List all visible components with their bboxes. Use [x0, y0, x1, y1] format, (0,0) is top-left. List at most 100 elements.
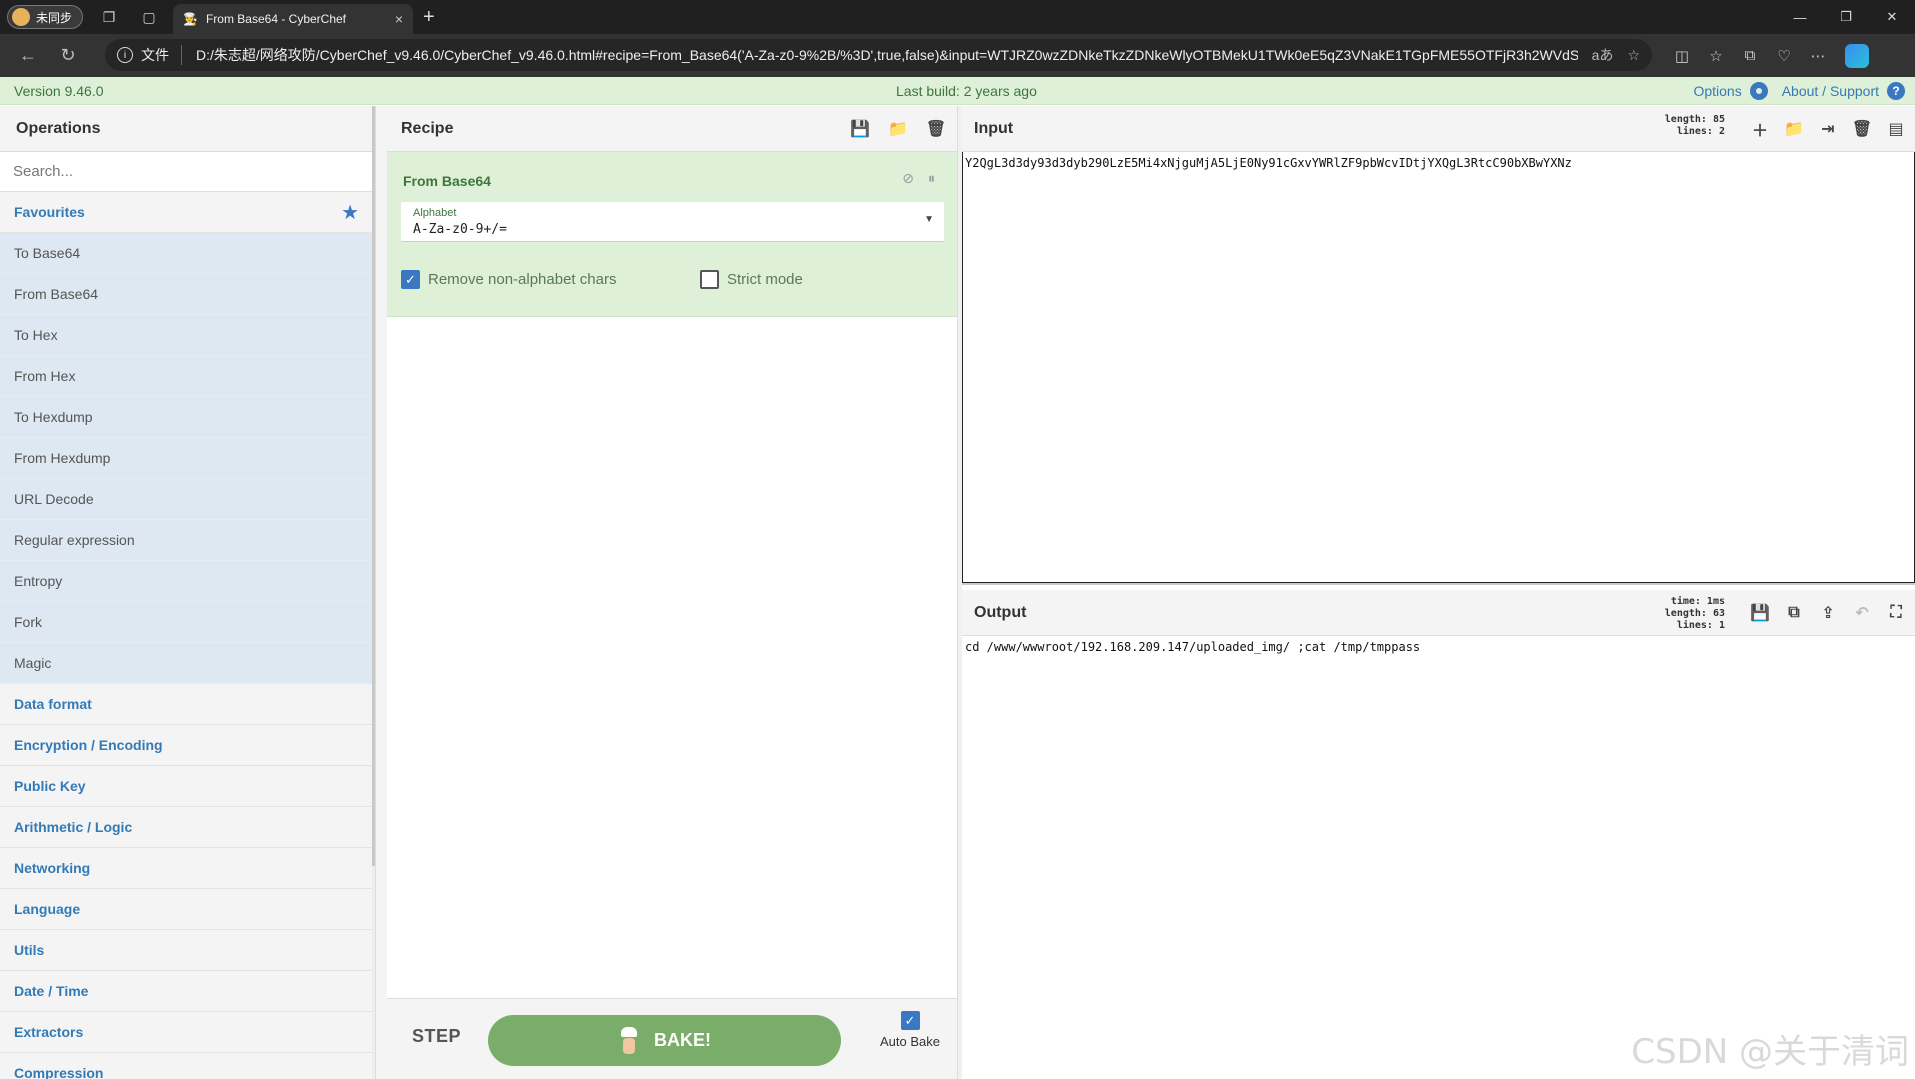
- minimize-icon[interactable]: —: [1777, 0, 1823, 34]
- output-lines: lines: 1: [1676, 620, 1725, 631]
- gear-icon[interactable]: [1749, 81, 1768, 100]
- category-item[interactable]: Public Key: [0, 766, 375, 807]
- category-item[interactable]: Extractors: [0, 1012, 375, 1053]
- category-item[interactable]: Language: [0, 889, 375, 930]
- profile-label: 未同步: [36, 10, 73, 25]
- auto-bake-option[interactable]: ✓ Auto Bake: [870, 1011, 950, 1049]
- profile-button[interactable]: 未同步: [7, 5, 84, 29]
- copilot-icon[interactable]: [1845, 43, 1869, 68]
- more-icon[interactable]: ⋯: [1801, 39, 1835, 73]
- star-icon: ★: [341, 201, 359, 224]
- tab-actions-icon[interactable]: ▢: [135, 3, 163, 31]
- disable-icon[interactable]: ⊘: [902, 170, 914, 187]
- split-screen-icon[interactable]: ◫: [1665, 39, 1699, 73]
- watermark: CSDN @关于清词: [1631, 1032, 1909, 1072]
- bake-button[interactable]: BAKE!: [488, 1015, 841, 1066]
- trash-icon[interactable]: 🗑: [925, 118, 947, 140]
- operation-item[interactable]: URL Decode: [0, 479, 375, 520]
- output-pane: Output time: 1ms length: 63 lines: 1 💾 ⧉…: [962, 590, 1915, 1079]
- operation-item[interactable]: Fork: [0, 602, 375, 643]
- new-tab-button[interactable]: +: [423, 6, 435, 29]
- bake-label: BAKE!: [654, 1030, 711, 1050]
- banner-links: Options About / Support ?: [1693, 81, 1905, 100]
- layout-icon[interactable]: ▤: [1885, 118, 1907, 140]
- operations-pane: Operations Favourites ★ To Base64 From B…: [0, 106, 376, 1079]
- version-label: Version 9.46.0: [14, 82, 104, 99]
- category-item[interactable]: Encryption / Encoding: [0, 725, 375, 766]
- category-item[interactable]: Compression: [0, 1053, 375, 1079]
- collections-icon[interactable]: ⧉: [1733, 39, 1767, 73]
- operation-item[interactable]: From Hexdump: [0, 438, 375, 479]
- operation-item[interactable]: From Hex: [0, 356, 375, 397]
- input-lines: lines: 2: [1676, 126, 1725, 137]
- maximize-icon[interactable]: ⛶: [1885, 602, 1907, 624]
- pause-icon[interactable]: ⏸: [928, 170, 935, 187]
- back-icon[interactable]: ←: [10, 38, 46, 74]
- cyberchef-banner: Version 9.46.0 Last build: 2 years ago O…: [0, 77, 1915, 105]
- address-bar[interactable]: i 文件 D:/朱志超/网络攻防/CyberChef_v9.46.0/Cyber…: [105, 39, 1652, 71]
- favorites-icon[interactable]: ☆: [1699, 39, 1733, 73]
- help-icon[interactable]: ?: [1887, 81, 1905, 100]
- output-length: length: 63: [1664, 608, 1725, 619]
- refresh-icon[interactable]: ↻: [50, 38, 86, 74]
- operation-item[interactable]: Regular expression: [0, 520, 375, 561]
- alphabet-label: Alphabet: [413, 207, 457, 219]
- read-aloud-icon[interactable]: aあ: [1592, 45, 1614, 65]
- copy-icon[interactable]: ⧉: [1783, 602, 1805, 624]
- options-link[interactable]: Options: [1693, 83, 1741, 99]
- avatar: [12, 8, 30, 26]
- save-output-icon[interactable]: 💾: [1749, 602, 1771, 624]
- add-tab-icon[interactable]: ＋: [1749, 118, 1771, 140]
- browser-tab-bar: 未同步 ❐ ▢ 🧑‍🍳 From Base64 - CyberChef × + …: [0, 0, 1915, 34]
- recipe-pane: Recipe 💾 📁 🗑 From Base64 ⊘ ⏸ Alphabet A-…: [387, 106, 958, 1079]
- input-textarea[interactable]: [962, 152, 1915, 583]
- about-support-link[interactable]: About / Support: [1782, 83, 1879, 99]
- operations-title: Operations: [0, 106, 375, 152]
- pane-divider[interactable]: [376, 106, 387, 1079]
- info-icon[interactable]: i: [117, 47, 133, 63]
- chevron-down-icon[interactable]: ▼: [924, 214, 934, 225]
- recipe-operation-from-base64[interactable]: From Base64 ⊘ ⏸ Alphabet A-Za-z0-9+/= ▼ …: [387, 152, 957, 317]
- close-window-icon[interactable]: ✕: [1869, 0, 1915, 34]
- open-file-icon[interactable]: ⇥: [1817, 118, 1839, 140]
- search-input[interactable]: [0, 152, 375, 191]
- cyberchef-favicon-icon: 🧑‍🍳: [183, 12, 198, 26]
- operation-item[interactable]: To Hexdump: [0, 397, 375, 438]
- strict-mode-option[interactable]: Strict mode: [700, 270, 803, 289]
- remove-non-alphabet-checkbox[interactable]: ✓: [401, 270, 420, 289]
- input-text[interactable]: Y2QgL3d3dy93d3dyb290LzE5Mi4xNjguMjA5LjE0…: [965, 156, 1572, 170]
- category-item[interactable]: Date / Time: [0, 971, 375, 1012]
- browser-essentials-icon[interactable]: ♡: [1767, 39, 1801, 73]
- alphabet-select[interactable]: Alphabet A-Za-z0-9+/= ▼: [401, 202, 944, 242]
- operation-item[interactable]: From Base64: [0, 274, 375, 315]
- auto-bake-checkbox[interactable]: ✓: [900, 1011, 920, 1030]
- category-label: Favourites: [14, 204, 85, 220]
- tab-close-icon[interactable]: ×: [395, 11, 403, 27]
- browser-tab[interactable]: 🧑‍🍳 From Base64 - CyberChef ×: [173, 4, 414, 34]
- output-actions: 💾 ⧉ ⇪ ↶ ⛶: [1749, 602, 1907, 624]
- folder-icon[interactable]: 📁: [887, 118, 909, 140]
- step-button[interactable]: STEP: [412, 1026, 461, 1047]
- category-item[interactable]: Utils: [0, 930, 375, 971]
- url-text[interactable]: D:/朱志超/网络攻防/CyberChef_v9.46.0/CyberChef_…: [196, 45, 1578, 65]
- operation-item[interactable]: To Hex: [0, 315, 375, 356]
- category-item[interactable]: Data format: [0, 684, 375, 725]
- category-favourites[interactable]: Favourites ★: [0, 192, 375, 233]
- strict-mode-checkbox[interactable]: [700, 270, 719, 289]
- favorite-star-icon[interactable]: ☆: [1627, 47, 1640, 64]
- undo-icon[interactable]: ↶: [1851, 602, 1873, 624]
- save-icon[interactable]: 💾: [849, 118, 871, 140]
- category-item[interactable]: Networking: [0, 848, 375, 889]
- restore-icon[interactable]: ❐: [1823, 0, 1869, 34]
- workspaces-icon[interactable]: ❐: [95, 3, 123, 31]
- operation-item[interactable]: Magic: [0, 643, 375, 684]
- output-text[interactable]: cd /www/wwwroot/192.168.209.147/uploaded…: [965, 640, 1420, 654]
- remove-non-alphabet-option[interactable]: ✓ Remove non-alphabet chars: [401, 270, 616, 289]
- open-folder-icon[interactable]: 📁: [1783, 118, 1805, 140]
- clear-input-icon[interactable]: 🗑: [1851, 118, 1873, 140]
- alphabet-value: A-Za-z0-9+/=: [413, 222, 507, 237]
- category-item[interactable]: Arithmetic / Logic: [0, 807, 375, 848]
- operation-item[interactable]: Entropy: [0, 561, 375, 602]
- replace-input-icon[interactable]: ⇪: [1817, 602, 1839, 624]
- operation-item[interactable]: To Base64: [0, 233, 375, 274]
